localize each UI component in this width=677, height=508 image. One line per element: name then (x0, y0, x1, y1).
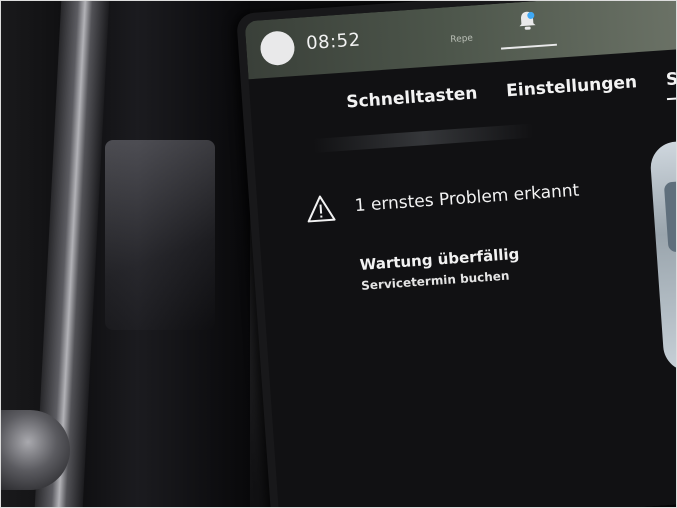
glass-reflection (105, 140, 215, 330)
tab-bar: Schnelltasten Einstellungen Statu (346, 65, 677, 123)
warning-triangle-icon (307, 195, 336, 223)
tab-schnelltasten[interactable]: Schnelltasten (346, 83, 479, 120)
problem-alert[interactable]: 1 ernstes Problem erkannt (305, 177, 580, 224)
map-street-label: Repe (449, 33, 474, 46)
profile-avatar[interactable] (259, 30, 296, 67)
clock: 08:52 (305, 29, 362, 55)
alert-title: 1 ernstes Problem erkannt (354, 180, 580, 217)
notifications-tab[interactable] (498, 6, 557, 50)
infotainment-screen-frame: 08:52 Repe Schnelltasten Einstellungen S… (236, 0, 677, 508)
infotainment-screen: 08:52 Repe Schnelltasten Einstellungen S… (244, 0, 677, 508)
notifications-tab-indicator (500, 43, 557, 50)
tab-einstellungen[interactable]: Einstellungen (506, 72, 639, 109)
bell-icon (519, 11, 536, 30)
service-item[interactable]: Wartung überfällig Servicetermin buchen (359, 245, 521, 293)
tab-divider (312, 123, 534, 153)
car-window (663, 180, 677, 253)
photo-scene: 08:52 Repe Schnelltasten Einstellungen S… (0, 0, 677, 508)
status-bar: 08:52 Repe (244, 0, 677, 80)
tab-status[interactable]: Statu (665, 66, 677, 101)
car-preview-image (649, 139, 677, 373)
